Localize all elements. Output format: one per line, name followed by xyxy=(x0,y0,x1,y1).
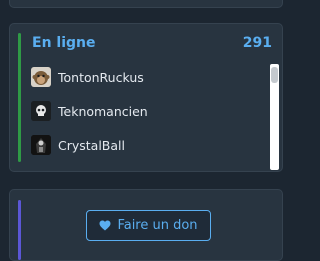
donate-button-label: Faire un don xyxy=(117,218,198,233)
cloaked-figure-avatar-icon xyxy=(31,135,51,155)
member-name[interactable]: TontonRuckus xyxy=(58,70,144,85)
online-accent-bar xyxy=(18,33,21,162)
heart-icon xyxy=(99,220,111,231)
member-name[interactable]: Teknomancien xyxy=(58,104,148,119)
member-list-scrollbar[interactable] xyxy=(270,64,279,170)
online-count: 291 xyxy=(242,35,272,51)
member-item[interactable]: CrystalBall xyxy=(30,134,260,156)
monkey-avatar-icon xyxy=(31,67,51,87)
online-title: En ligne xyxy=(32,35,96,51)
member-name[interactable]: CrystalBall xyxy=(58,138,125,153)
donate-panel: Faire un don xyxy=(9,189,283,261)
donate-accent-bar xyxy=(18,200,21,260)
donate-button[interactable]: Faire un don xyxy=(86,210,211,241)
skull-avatar-icon xyxy=(31,101,51,121)
member-item[interactable]: TontonRuckus xyxy=(30,66,260,88)
member-item[interactable]: Teknomancien xyxy=(30,100,260,122)
scrollbar-thumb[interactable] xyxy=(271,67,278,83)
online-members-panel: En ligne 291 TontonRuckus Teknomancien C… xyxy=(9,23,283,172)
previous-panel xyxy=(9,0,283,8)
